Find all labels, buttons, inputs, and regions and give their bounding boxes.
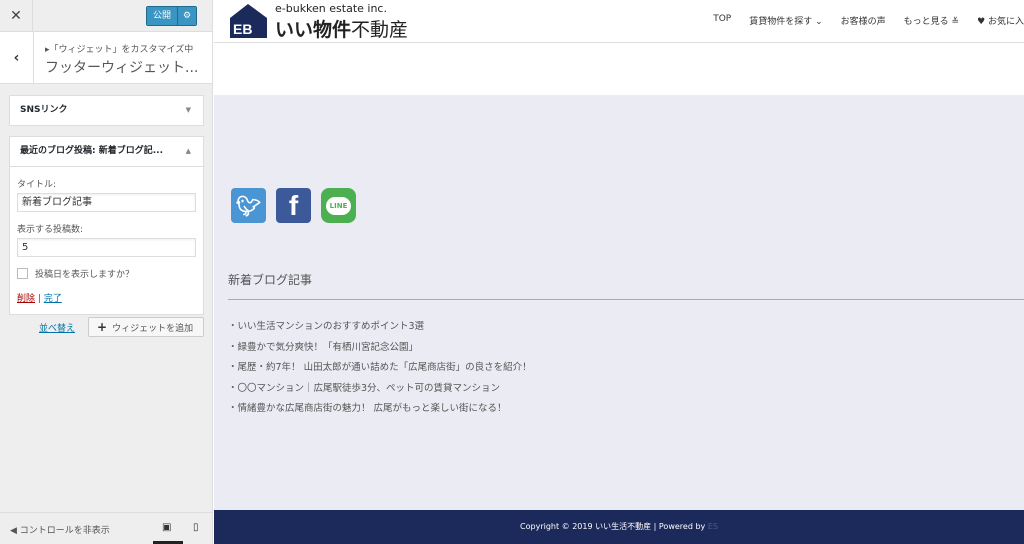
publish-group: 公開 ⚙ — [146, 6, 198, 26]
widget-title: 新着ブログ記事 — [228, 273, 313, 287]
hide-controls-button[interactable]: ◀ コントロールを非表示 — [10, 523, 110, 536]
post-link[interactable]: ・〇〇マンション｜広尾駅徒歩3分、ペット可の賃貸マンション — [228, 380, 532, 401]
customizer-topbar: ✕ 公開 ⚙ — [0, 0, 212, 32]
footer-widgets-area: 🐦︎ f LINE 新着ブログ記事 ・いい生活マンションのおすすめポイント3選 … — [214, 95, 1024, 510]
arrow-up-icon[interactable]: ▲ — [186, 137, 191, 166]
reorder-link[interactable]: 並べ替え — [39, 321, 75, 334]
recent-posts-list: ・いい生活マンションのおすすめポイント3選 ・緑豊かで気分爽快！「有栖川宮記念公… — [228, 318, 532, 421]
widget-sns-links[interactable]: SNSリンク ▼ — [9, 95, 204, 126]
twitter-icon[interactable]: 🐦︎ — [231, 188, 266, 223]
post-link[interactable]: ・緑豊かで気分爽快！「有栖川宮記念公園」 — [228, 339, 532, 360]
customizer-sidebar: ✕ 公開 ⚙ ‹ ▸「ウィジェット」をカスタマイズ中 フッターウィジェット...… — [0, 0, 213, 544]
site-name-bold: いい物件 — [275, 19, 352, 41]
done-link[interactable]: 完了 — [44, 294, 62, 304]
gear-icon[interactable]: ⚙ — [177, 7, 197, 25]
count-label: 表示する投稿数: — [17, 225, 84, 235]
plus-icon: + — [97, 320, 108, 334]
separator: | — [37, 294, 41, 304]
customizer-footer: ◀ コントロールを非表示 ▣ ▯ — [0, 512, 213, 544]
title-input[interactable]: 新着ブログ記事 — [17, 193, 196, 212]
panel-title: フッターウィジェット... — [45, 60, 199, 76]
facebook-icon[interactable]: f — [276, 188, 311, 223]
show-date-checkbox[interactable] — [17, 268, 28, 279]
widget-recent-posts: 最近のブログ投稿: 新着ブログ記... ▲ タイトル: 新着ブログ記事 表示する投… — [9, 136, 204, 315]
logo-house-icon: EB — [230, 4, 267, 38]
copyright: Copyright © 2019 いい生活不動産 | Powered by — [520, 522, 708, 531]
powered-by-link[interactable]: ES — [708, 522, 718, 531]
svg-text:EB: EB — [233, 21, 252, 37]
site-tagline: e-bukken estate inc. — [275, 2, 387, 15]
divider — [228, 299, 1024, 300]
add-widget-button[interactable]: + ウィジェットを追加 — [88, 317, 204, 337]
sns-links: 🐦︎ f LINE — [231, 188, 356, 223]
site-preview: EB e-bukken estate inc. いい物件不動産 TOP 賃貸物件… — [214, 0, 1024, 544]
close-icon[interactable]: ✕ — [0, 0, 33, 32]
title-label: タイトル: — [17, 180, 57, 190]
post-link[interactable]: ・いい生活マンションのおすすめポイント3選 — [228, 318, 532, 339]
main-nav: TOP 賃貸物件を探す ⌄ お客様の声 もっと見る ≚ ♥ お気に入 — [713, 14, 1024, 27]
collapse-icon: ◀ — [10, 526, 17, 536]
site-name[interactable]: いい物件不動産 — [275, 15, 408, 42]
site-name-rest: 不動産 — [351, 19, 409, 41]
count-input[interactable]: 5 — [17, 238, 196, 257]
line-icon[interactable]: LINE — [321, 188, 356, 223]
show-date-label: 投稿日を表示しますか？ — [35, 270, 135, 280]
delete-link[interactable]: 削除 — [17, 294, 35, 304]
nav-favorites[interactable]: ♥ お気に入 — [977, 14, 1024, 27]
back-button[interactable]: ‹ — [0, 32, 34, 84]
widget-title: 最近のブログ投稿: 新着ブログ記... — [20, 146, 163, 156]
nav-testimonials[interactable]: お客様の声 — [841, 14, 886, 27]
breadcrumb: ▸「ウィジェット」をカスタマイズ中 — [45, 45, 194, 55]
nav-top[interactable]: TOP — [713, 14, 731, 27]
site-header: EB e-bukken estate inc. いい物件不動産 TOP 賃貸物件… — [214, 0, 1024, 43]
panel-header: ‹ ▸「ウィジェット」をカスタマイズ中 フッターウィジェット... — [0, 32, 212, 84]
post-link[interactable]: ・尾歴・約7年！ 山田太郎が通い詰めた「広尾商店街」の良さを紹介！ — [228, 359, 532, 380]
add-widget-label: ウィジェットを追加 — [112, 324, 194, 334]
nav-rent-search[interactable]: 賃貸物件を探す ⌄ — [749, 14, 822, 27]
desktop-preview-icon[interactable]: ▣ — [162, 522, 171, 533]
nav-more[interactable]: もっと見る ≚ — [904, 14, 959, 27]
publish-button[interactable]: 公開 — [147, 7, 178, 25]
site-footer: Copyright © 2019 いい生活不動産 | Powered by ES — [214, 510, 1024, 544]
widget-title: SNSリンク — [20, 105, 68, 115]
mobile-preview-icon[interactable]: ▯ — [193, 522, 199, 533]
post-link[interactable]: ・情緒豊かな広尾商店街の魅力！ 広尾がもっと楽しい街になる！ — [228, 400, 532, 421]
arrow-down-icon[interactable]: ▼ — [186, 96, 191, 125]
widget-header[interactable]: 最近のブログ投稿: 新着ブログ記... ▲ — [10, 137, 203, 166]
hide-controls-label: コントロールを非表示 — [19, 526, 110, 536]
